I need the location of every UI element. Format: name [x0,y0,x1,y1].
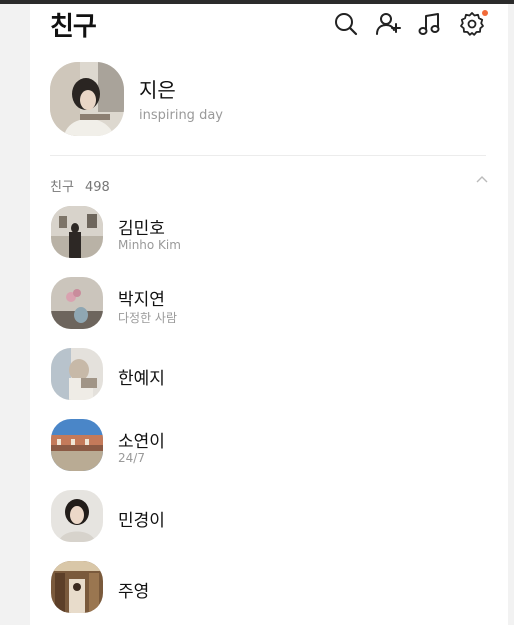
friend-name: 주영 [118,582,150,602]
friend-list-item[interactable]: 박지연 다정한 사람 [50,277,490,331]
friend-avatar[interactable] [51,206,103,258]
divider [50,155,486,156]
friend-avatar[interactable] [51,561,103,613]
chevron-up-icon[interactable] [474,172,490,188]
friend-name: 김민호 [118,219,165,239]
friend-avatar[interactable] [51,277,103,329]
page-title: 친구 [50,12,97,42]
friend-status: 다정한 사람 [118,311,178,325]
friend-list-item[interactable]: 주영 [50,561,490,615]
search-icon[interactable] [332,10,360,38]
friends-section-label: 친구 [50,180,74,195]
my-profile[interactable]: 지은 inspiring day [50,62,490,138]
friend-name: 민경이 [118,511,165,531]
friends-section-header[interactable]: 친구 498 [50,176,490,196]
friend-avatar[interactable] [51,419,103,471]
friend-list-item[interactable]: 한예지 [50,348,490,402]
friend-name: 소연이 [118,432,165,452]
friend-avatar[interactable] [51,490,103,542]
friend-list-item[interactable]: 민경이 [50,490,490,544]
friend-status: 24/7 [118,451,145,465]
my-status-message: inspiring day [139,108,223,123]
friend-list-item[interactable]: 김민호 Minho Kim [50,206,490,260]
friend-name: 박지연 [118,290,165,310]
friends-panel: 친구 지은 inspiring day 친구 498 김민호 Minho Kim… [30,4,508,625]
friends-count: 498 [85,180,110,195]
my-avatar[interactable] [50,62,124,136]
notification-badge [482,10,488,16]
friend-name: 한예지 [118,369,165,389]
music-icon[interactable] [416,10,444,38]
settings-icon[interactable] [458,10,488,38]
friend-avatar[interactable] [51,348,103,400]
header: 친구 [50,6,490,46]
add-friend-icon[interactable] [374,10,402,38]
my-name: 지은 [139,78,176,102]
friend-list-item[interactable]: 소연이 24/7 [50,419,490,473]
friend-status: Minho Kim [118,238,181,252]
